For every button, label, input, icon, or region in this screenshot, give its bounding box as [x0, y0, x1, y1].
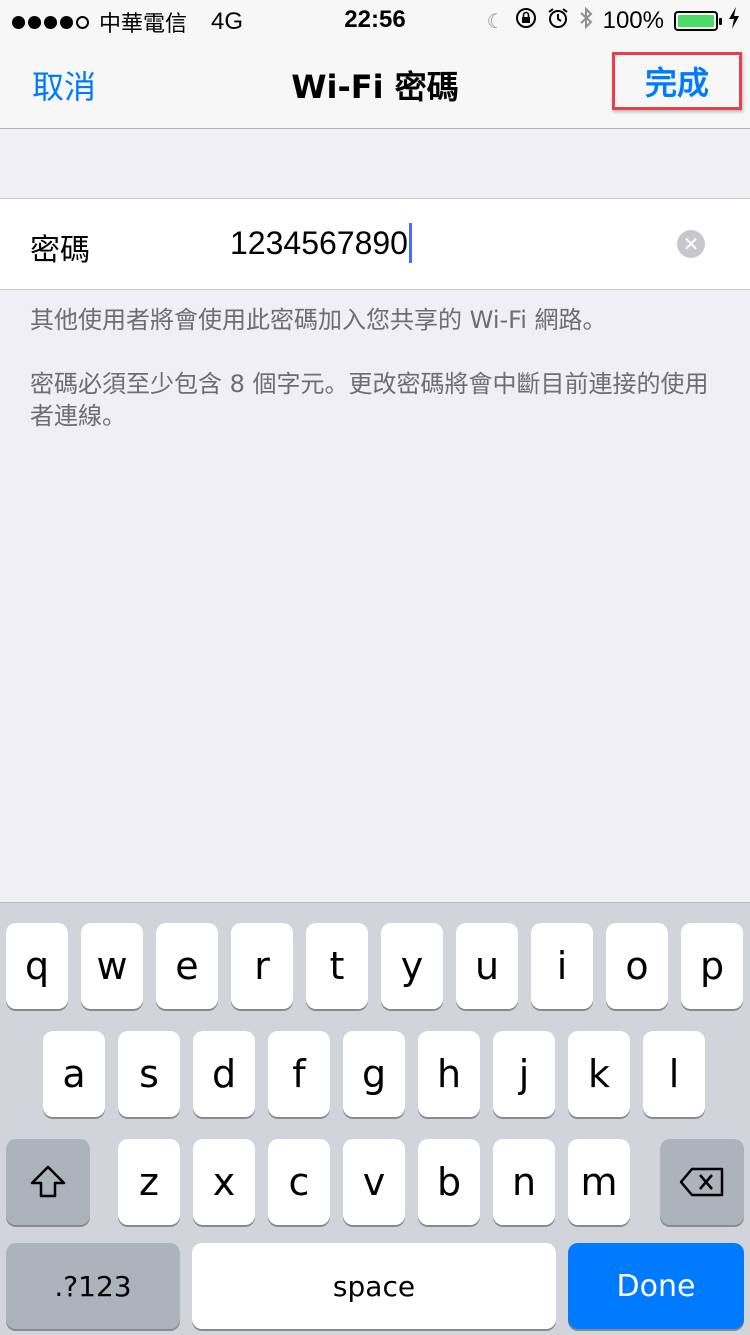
numbers-key[interactable]: .?123 [6, 1243, 180, 1329]
key-l[interactable]: l [643, 1031, 705, 1117]
keyboard: q w e r t y u i o p a s d f g h j k l z … [0, 902, 750, 1335]
key-h[interactable]: h [418, 1031, 480, 1117]
shift-key[interactable] [6, 1139, 90, 1225]
key-o[interactable]: o [606, 923, 668, 1009]
key-v[interactable]: v [343, 1139, 405, 1225]
keyboard-done-key[interactable]: Done [568, 1243, 744, 1329]
key-y[interactable]: y [381, 923, 443, 1009]
password-value: 1234567890 [230, 224, 408, 261]
key-g[interactable]: g [343, 1031, 405, 1117]
key-b[interactable]: b [418, 1139, 480, 1225]
status-bar: 中華電信 4G 22:56 ☾ 100% [0, 0, 750, 40]
backspace-icon [679, 1167, 724, 1197]
clear-icon[interactable]: ✕ [677, 230, 705, 258]
key-j[interactable]: j [493, 1031, 555, 1117]
key-f[interactable]: f [268, 1031, 330, 1117]
rotation-lock-icon [515, 7, 537, 35]
password-cell: 密碼 1234567890 ✕ [0, 198, 750, 290]
text-cursor [408, 223, 412, 263]
key-s[interactable]: s [118, 1031, 180, 1117]
password-input[interactable]: 1234567890 [230, 223, 412, 263]
key-q[interactable]: q [6, 923, 68, 1009]
space-key[interactable]: space [192, 1243, 556, 1329]
key-m[interactable]: m [568, 1139, 630, 1225]
password-label: 密碼 [30, 233, 90, 268]
key-k[interactable]: k [568, 1031, 630, 1117]
moon-icon: ☾ [486, 10, 505, 33]
status-right: ☾ 100% [487, 6, 740, 36]
shift-icon [30, 1165, 66, 1198]
key-z[interactable]: z [118, 1139, 180, 1225]
done-button[interactable]: 完成 [612, 52, 742, 110]
navigation-bar: 取消 Wi-Fi 密碼 完成 [0, 40, 750, 129]
battery-percentage: 100% [602, 7, 664, 34]
hint-shared-network: 其他使用者將會使用此密碼加入您共享的 Wi-Fi 網路。 [30, 306, 607, 334]
charging-icon [728, 7, 740, 35]
delete-key[interactable] [660, 1139, 744, 1225]
key-t[interactable]: t [306, 923, 368, 1009]
key-n[interactable]: n [493, 1139, 555, 1225]
key-p[interactable]: p [681, 923, 743, 1009]
key-r[interactable]: r [231, 923, 293, 1009]
key-d[interactable]: d [193, 1031, 255, 1117]
key-a[interactable]: a [43, 1031, 105, 1117]
bluetooth-icon [579, 6, 593, 36]
battery-icon [674, 11, 722, 31]
key-w[interactable]: w [81, 923, 143, 1009]
key-e[interactable]: e [156, 923, 218, 1009]
alarm-icon [547, 7, 569, 35]
key-x[interactable]: x [193, 1139, 255, 1225]
hint-password-rules: 密碼必須至少包含 8 個字元。更改密碼將會中斷目前連接的使用者連線。 [30, 370, 709, 430]
key-u[interactable]: u [456, 923, 518, 1009]
key-i[interactable]: i [531, 923, 593, 1009]
key-c[interactable]: c [268, 1139, 330, 1225]
